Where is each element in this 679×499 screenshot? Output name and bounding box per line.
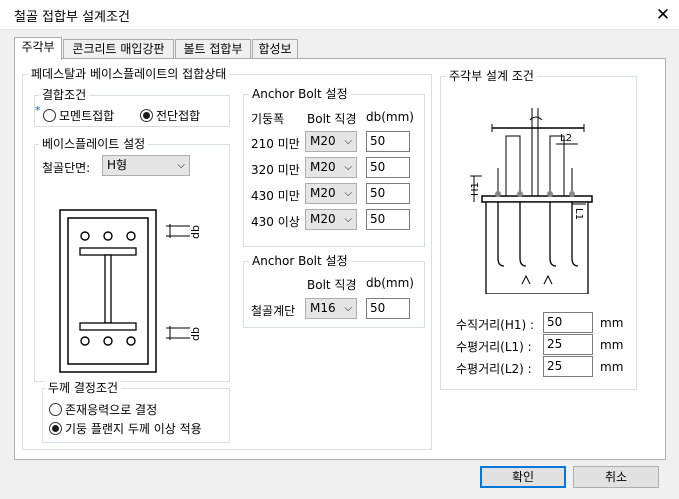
connection-group-title: 결합조건 — [39, 88, 90, 102]
anchor-bolt-title-2: Anchor Bolt 설정 — [249, 254, 351, 268]
shear-connection-radio[interactable] — [140, 109, 153, 122]
cancel-button[interactable]: 취소 — [573, 466, 659, 488]
bolt-select-value: M20 — [310, 134, 336, 148]
col-width-header: 기둥폭 — [251, 112, 285, 126]
flange-thickness-label: 기둥 플랜지 두께 이상 적용 — [65, 422, 202, 436]
row-label: 210 미만 — [251, 137, 300, 151]
l2-input[interactable]: 25 — [543, 356, 593, 377]
bolt-select-value: M20 — [310, 212, 336, 226]
bolt-select[interactable]: M20 ⌵ — [305, 131, 357, 152]
db-input[interactable]: 50 — [366, 183, 410, 204]
db-header-2: db(mm) — [366, 276, 414, 290]
l1-label: L1 — [573, 208, 584, 220]
stair-bolt-select[interactable]: M16 ⌵ — [305, 298, 357, 319]
flange-thickness-radio[interactable] — [49, 422, 62, 435]
stress-based-label: 존재응력으로 결정 — [65, 403, 158, 417]
column-base-diagram: H1 L2 L1 — [462, 108, 612, 294]
chevron-down-icon: ⌵ — [177, 160, 185, 171]
moment-connection-label: 모멘트접합 — [59, 109, 115, 123]
section-label: 철골단면: — [42, 161, 91, 175]
db-input[interactable]: 50 — [366, 157, 410, 178]
tab-composite-beam[interactable]: 합성보 — [252, 39, 298, 59]
chevron-down-icon: ⌵ — [344, 188, 352, 199]
moment-connection-radio[interactable] — [43, 109, 56, 122]
required-asterisk: * — [35, 104, 41, 117]
tab-column-base[interactable]: 주각부 — [14, 37, 62, 60]
thickness-group-title: 두께 결정조건 — [45, 381, 122, 395]
stair-db-input[interactable]: 50 — [366, 298, 410, 319]
close-icon[interactable]: ✕ — [648, 3, 678, 27]
section-select[interactable]: H형 ⌵ — [102, 155, 190, 176]
bolt-select-value: M20 — [310, 160, 336, 174]
l2-label: L2 — [560, 133, 572, 144]
row-label: 320 미만 — [251, 163, 300, 177]
stress-based-radio[interactable] — [49, 403, 62, 416]
l1-field-label: 수평거리(L1) : — [456, 340, 532, 354]
window-title: 철골 접합부 설계조건 — [14, 10, 130, 25]
bolt-select-value: M20 — [310, 186, 336, 200]
tab-embedded-plate[interactable]: 콘크리트 매입강판 — [63, 39, 174, 59]
h1-label: H1 — [470, 182, 481, 196]
db-input[interactable]: 50 — [366, 209, 410, 230]
bolt-select[interactable]: M20 ⌵ — [305, 183, 357, 204]
title-bar: 철골 접합부 설계조건 ✕ — [0, 0, 679, 30]
db-label-top: db — [189, 225, 202, 239]
base-plate-group-title: 베이스플레이트 설정 — [39, 137, 149, 151]
db-label-bottom: db — [189, 327, 202, 341]
chevron-down-icon: ⌵ — [344, 136, 352, 147]
stair-bolt-select-value: M16 — [310, 301, 336, 315]
l1-input[interactable]: 25 — [543, 334, 593, 355]
l2-field-label: 수평거리(L2) : — [456, 362, 532, 376]
chevron-down-icon: ⌵ — [344, 214, 352, 225]
l2-unit: mm — [600, 360, 624, 374]
h1-field-label: 수직거리(H1) : — [456, 318, 535, 332]
column-base-title: 주각부 설계 조건 — [446, 69, 537, 83]
section-select-value: H형 — [107, 158, 128, 172]
chevron-down-icon: ⌵ — [344, 162, 352, 173]
db-input[interactable]: 50 — [366, 131, 410, 152]
shear-connection-label: 전단접합 — [156, 109, 201, 123]
anchor-bolt-title-1: Anchor Bolt 설정 — [249, 87, 351, 101]
bolt-dia-header-2: Bolt 직경 — [307, 278, 357, 292]
bolt-select[interactable]: M20 ⌵ — [305, 209, 357, 230]
pedestal-group-title: 페데스탈과 베이스플레이트의 접합상태 — [28, 67, 230, 81]
row-label: 430 미만 — [251, 189, 300, 203]
stair-row-label: 철골계단 — [251, 304, 296, 318]
ok-button[interactable]: 확인 — [480, 466, 566, 488]
row-label: 430 이상 — [251, 215, 300, 229]
bolt-select[interactable]: M20 ⌵ — [305, 157, 357, 178]
l1-unit: mm — [600, 338, 624, 352]
chevron-down-icon: ⌵ — [344, 303, 352, 314]
bolt-dia-header: Bolt 직경 — [307, 112, 357, 126]
base-plate-diagram: db db — [58, 208, 208, 374]
h1-input[interactable]: 50 — [543, 312, 593, 333]
h1-unit: mm — [600, 316, 624, 330]
db-header: db(mm) — [366, 110, 414, 124]
tab-bolt-connection[interactable]: 볼트 접합부 — [175, 39, 251, 59]
